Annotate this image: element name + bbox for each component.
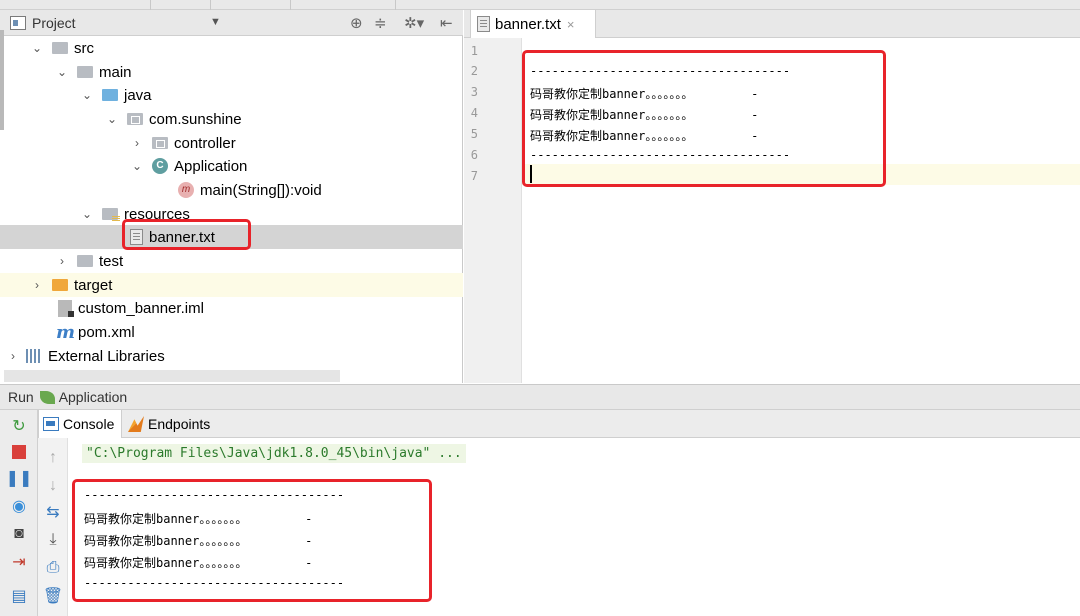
layout-icon[interactable]: ▤ [9, 586, 29, 606]
chevron-down-icon[interactable]: ⌄ [80, 88, 94, 102]
folder-icon [77, 66, 93, 78]
soft-wrap-icon[interactable]: ⇆ [43, 502, 63, 522]
resources-folder-icon [102, 208, 120, 222]
run-tabs: Console Endpoints [38, 410, 1080, 438]
tree-item-iml[interactable]: custom_banner.iml [50, 296, 204, 320]
project-panel: Project ▼ ⊕ ≑ ✲▾ ⇤ ⌄ src ⌄ main ⌄ java ⌄… [0, 10, 463, 383]
highlight-box-editor [522, 50, 886, 187]
spring-boot-icon [39, 390, 55, 404]
module-file-icon [58, 299, 74, 317]
run-config-name: Application [58, 389, 128, 405]
tree-item-java[interactable]: ⌄ java [80, 83, 152, 107]
project-icon [10, 15, 26, 30]
line-number: 6 [470, 148, 478, 162]
tab-console[interactable]: Console [38, 410, 122, 438]
package-icon [152, 137, 168, 149]
left-edge-strip [0, 30, 4, 130]
text-file-icon [477, 16, 490, 32]
tree-item-external-libraries[interactable]: › External Libraries [6, 344, 165, 368]
scroll-down-icon[interactable]: ↓ [43, 476, 63, 496]
chevron-right-icon[interactable]: › [6, 349, 20, 363]
maven-icon: m [56, 321, 76, 343]
pause-icon[interactable]: ❚❚ [6, 468, 33, 488]
close-icon[interactable]: × [567, 17, 575, 32]
rerun-icon[interactable]: ↻ [9, 416, 29, 436]
line-number: 1 [470, 44, 478, 58]
view-dropdown-icon[interactable]: ▼ [210, 16, 221, 28]
highlight-box-console [72, 479, 432, 602]
tab-banner-txt[interactable]: banner.txt × [470, 10, 596, 38]
libraries-icon [26, 349, 42, 363]
chevron-down-icon[interactable]: ⌄ [80, 207, 94, 221]
console-icon [43, 417, 59, 431]
tree-item-main[interactable]: ⌄ main [55, 60, 132, 84]
console-toolbar: ↑ ↓ ⇆ ⤓ ⎙ 🗑 [38, 438, 68, 616]
globe-icon[interactable]: ◉ [9, 496, 29, 516]
java-command-line: "C:\Program Files\Java\jdk1.8.0_45\bin\j… [82, 444, 466, 463]
top-toolbar-strip [0, 0, 1080, 10]
editor-tab-bar: banner.txt × [464, 10, 1080, 38]
collapse-all-icon[interactable]: ≑ [374, 14, 387, 32]
chevron-right-icon[interactable]: › [55, 254, 69, 268]
endpoints-icon [128, 416, 144, 432]
exit-icon[interactable]: ⇥ [9, 552, 29, 572]
chevron-down-icon[interactable]: ⌄ [55, 65, 69, 79]
camera-icon[interactable]: ◙ [9, 524, 29, 544]
line-number: 5 [470, 127, 478, 141]
folder-icon [77, 255, 93, 267]
run-label: Run [8, 389, 34, 405]
tree-item-controller[interactable]: › controller [130, 131, 236, 155]
horizontal-scrollbar[interactable] [4, 370, 340, 382]
chevron-down-icon[interactable]: ⌄ [130, 159, 144, 173]
tree-item-test[interactable]: › test [55, 249, 123, 273]
chevron-right-icon[interactable]: › [30, 278, 44, 292]
locate-icon[interactable]: ⊕ [350, 14, 363, 32]
tab-endpoints[interactable]: Endpoints [124, 410, 224, 438]
trash-icon[interactable]: 🗑 [43, 586, 63, 606]
highlight-box-banner-file [122, 219, 251, 250]
hide-panel-icon[interactable]: ⇤ [440, 14, 453, 32]
project-panel-header: Project ▼ ⊕ ≑ ✲▾ ⇤ [0, 10, 463, 36]
tree-item-main-method[interactable]: m main(String[]):void [170, 178, 322, 202]
method-icon: m [178, 182, 194, 198]
print-icon[interactable]: ⎙ [43, 558, 63, 578]
chevron-down-icon[interactable]: ⌄ [105, 112, 119, 126]
line-number: 7 [470, 169, 478, 183]
stop-icon[interactable] [9, 442, 29, 462]
folder-icon [52, 42, 68, 54]
line-number: 3 [470, 85, 478, 99]
source-folder-icon [102, 89, 118, 101]
tree-item-pom[interactable]: m pom.xml [50, 320, 135, 344]
line-number: 2 [470, 64, 478, 78]
console-output[interactable]: "C:\Program Files\Java\jdk1.8.0_45\bin\j… [68, 438, 1080, 616]
run-panel-header: Run Application [0, 384, 1080, 410]
line-number-gutter: 1 2 3 4 5 6 7 [464, 38, 522, 383]
tree-item-application[interactable]: ⌄ C Application [130, 154, 247, 178]
project-panel-title: Project [32, 14, 76, 31]
scroll-up-icon[interactable]: ↑ [43, 448, 63, 468]
class-icon: C [152, 158, 168, 174]
chevron-down-icon[interactable]: ⌄ [30, 41, 44, 55]
chevron-right-icon[interactable]: › [130, 136, 144, 150]
tree-item-src[interactable]: ⌄ src [30, 36, 94, 60]
tree-item-target[interactable]: › target [0, 273, 463, 297]
line-number: 4 [470, 106, 478, 120]
editor-panel: banner.txt × 1 2 3 4 5 6 7 -------------… [464, 10, 1080, 383]
run-toolbar: ↻ ❚❚ ◉ ◙ ⇥ ▤ [0, 410, 38, 616]
scroll-to-end-icon[interactable]: ⤓ [43, 530, 63, 550]
package-icon [127, 113, 143, 125]
gear-icon[interactable]: ✲▾ [404, 14, 424, 32]
tree-item-package[interactable]: ⌄ com.sunshine [105, 107, 242, 131]
excluded-folder-icon [52, 279, 68, 291]
